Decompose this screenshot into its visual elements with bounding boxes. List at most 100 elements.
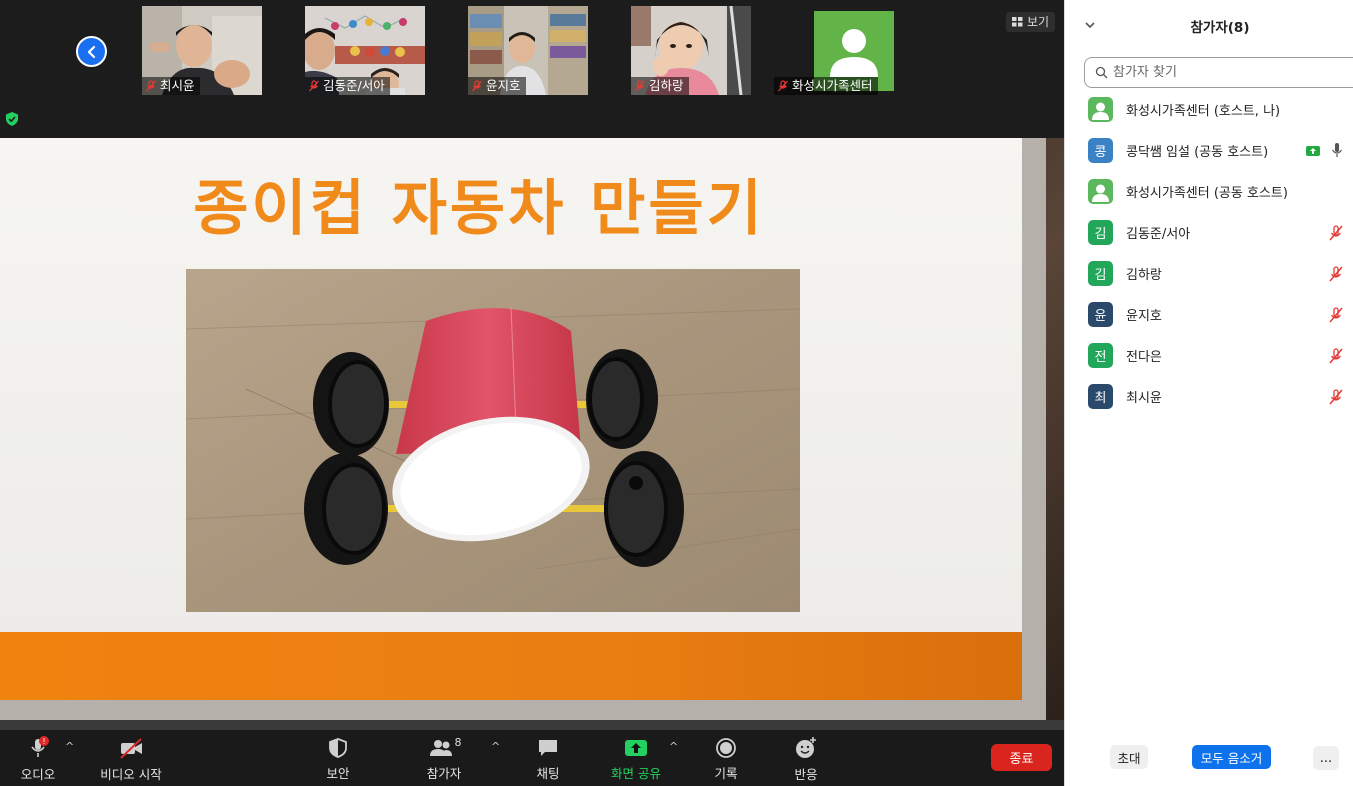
thumbnail-name-tag: 화성시가족센터 — [774, 77, 878, 95]
panel-footer: 초대 모두 음소거 ... — [1065, 740, 1353, 786]
participant-row[interactable]: 윤 윤지호 — [1065, 294, 1353, 335]
shared-screen: 종이컵 자동차 만들기 — [0, 138, 1064, 730]
participant-avatar: 콩 — [1088, 138, 1113, 163]
participant-name: 콩닥쌤 임설 (공동 호스트) — [1126, 145, 1269, 160]
thumbnail-name-tag: 김하랑 — [631, 77, 689, 95]
mic-muted-icon — [309, 80, 319, 92]
start-video-button[interactable]: 비디오 시작 — [96, 736, 166, 782]
reactions-label: 반응 — [794, 767, 818, 782]
mic-muted-icon — [1329, 266, 1343, 282]
audio-options-caret[interactable]: ^ — [65, 740, 74, 753]
participant-avatar: 윤 — [1088, 302, 1113, 327]
view-button-label: 보기 — [1027, 15, 1050, 29]
record-label: 기록 — [714, 766, 738, 781]
participant-avatar: 최 — [1088, 384, 1113, 409]
chat-label: 채팅 — [536, 766, 560, 781]
participant-name: 최시윤 — [1126, 391, 1162, 406]
slide-footer-band — [0, 632, 1022, 700]
encryption-shield-icon[interactable] — [4, 111, 20, 127]
zoom-window: 최시윤 김동준/서아 윤지호 김하랑 화성시가족센터 보기 종이컵 자동차 만들… — [0, 0, 1353, 786]
thumbnail-name-tag: 최시윤 — [142, 77, 200, 95]
participants-button[interactable]: 8 참가자 — [420, 736, 468, 782]
chat-bubble-icon — [539, 739, 557, 756]
video-thumbnail[interactable]: 화성시가족센터 — [774, 6, 934, 95]
thumbnail-name: 김하랑 — [649, 78, 684, 93]
invite-button[interactable]: 초대 — [1110, 745, 1148, 769]
participant-name: 화성시가족센터 (호스트, 나) — [1126, 104, 1281, 119]
participant-avatar — [1088, 97, 1113, 122]
thumbnail-name-tag: 윤지호 — [468, 77, 526, 95]
meeting-area: 최시윤 김동준/서아 윤지호 김하랑 화성시가족센터 보기 종이컵 자동차 만들… — [0, 0, 1064, 786]
mic-muted-icon — [146, 80, 156, 92]
emoji-plus-icon — [796, 737, 816, 758]
thumbnail-name: 최시윤 — [160, 78, 195, 93]
mic-muted-icon — [1329, 389, 1343, 405]
participant-row[interactable]: 화성시가족센터 (공동 호스트) — [1065, 171, 1353, 212]
paper-cup-car-photo — [186, 269, 800, 612]
participant-row[interactable]: 최 최시윤 — [1065, 376, 1353, 417]
video-label: 비디오 시작 — [100, 767, 162, 782]
previous-page-button[interactable] — [76, 36, 107, 67]
video-thumbnail-strip: 최시윤 김동준/서아 윤지호 김하랑 화성시가족센터 보기 — [0, 0, 1064, 138]
panel-title: 참가자(8) — [1190, 20, 1250, 36]
participants-panel: 참가자(8) 화성시가족센터 (호스트, 나) 콩 콩닥쌤 임설 (공동 호스트… — [1064, 0, 1353, 786]
record-button[interactable]: 기록 — [708, 736, 744, 782]
participant-name: 화성시가족센터 (공동 호스트) — [1126, 186, 1288, 201]
mic-muted-icon — [1329, 225, 1343, 241]
video-thumbnail[interactable]: 윤지호 — [468, 6, 588, 95]
presentation-slide: 종이컵 자동차 만들기 — [0, 138, 1022, 700]
mute-all-button[interactable]: 모두 음소거 — [1192, 745, 1271, 769]
screen-share-active-icon — [1306, 146, 1320, 156]
share-screen-label: 화면 공유 — [611, 766, 661, 781]
svg-text:!: ! — [42, 737, 45, 746]
participants-icon — [429, 739, 452, 756]
panel-header: 참가자(8) — [1065, 0, 1353, 50]
user-silhouette-icon — [1092, 102, 1109, 120]
video-thumbnail[interactable]: 김하랑 — [631, 6, 751, 95]
thumbnail-name: 윤지호 — [486, 78, 521, 93]
security-button[interactable]: 보안 — [320, 736, 356, 782]
mic-muted-icon — [778, 80, 788, 92]
participant-row[interactable]: 전 전다은 — [1065, 335, 1353, 376]
end-meeting-button[interactable]: 종료 — [991, 744, 1052, 771]
participant-name: 김동준/서아 — [1126, 227, 1191, 242]
mic-muted-icon — [472, 80, 482, 92]
participant-search-input[interactable] — [1113, 65, 1313, 80]
security-label: 보안 — [326, 766, 350, 781]
security-shield-icon — [329, 737, 347, 758]
participant-row[interactable]: 김 김동준/서아 — [1065, 212, 1353, 253]
share-options-caret[interactable]: ^ — [669, 740, 678, 753]
participant-row[interactable]: 콩 콩닥쌤 임설 (공동 호스트) — [1065, 130, 1353, 171]
share-screen-icon — [625, 739, 647, 756]
share-control-strip — [0, 720, 1064, 730]
audio-label: 오디오 — [20, 767, 56, 782]
chat-button[interactable]: 채팅 — [530, 736, 566, 782]
thumbnail-name: 화성시가족센터 — [792, 78, 873, 93]
video-thumbnail[interactable]: 김동준/서아 — [305, 6, 425, 95]
thumbnail-name-tag: 김동준/서아 — [305, 77, 390, 95]
participants-label: 참가자 — [426, 766, 462, 781]
video-thumbnail[interactable]: 최시윤 — [142, 6, 262, 95]
participant-name: 김하랑 — [1126, 268, 1162, 283]
audio-button[interactable]: ! 오디오 — [16, 736, 60, 782]
record-icon — [716, 737, 736, 758]
reactions-button[interactable]: 반응 — [788, 736, 824, 782]
participant-search[interactable] — [1084, 57, 1353, 88]
video-off-icon — [120, 738, 142, 759]
microphone-icon: ! — [31, 736, 49, 757]
participant-avatar: 전 — [1088, 343, 1113, 368]
participant-name: 전다은 — [1126, 350, 1162, 365]
microphone-icon — [1332, 143, 1342, 157]
more-options-button[interactable]: ... — [1313, 746, 1339, 770]
participant-row[interactable]: 화성시가족센터 (호스트, 나) — [1065, 89, 1353, 130]
participants-options-caret[interactable]: ^ — [491, 740, 500, 753]
slide-title: 종이컵 자동차 만들기 — [193, 174, 765, 244]
view-button[interactable]: 보기 — [1006, 12, 1056, 32]
grid-view-icon — [1012, 17, 1023, 27]
participant-avatar: 김 — [1088, 220, 1113, 245]
thumbnail-name: 김동준/서아 — [323, 78, 385, 93]
mic-muted-icon — [635, 80, 645, 92]
participant-row[interactable]: 김 김하랑 — [1065, 253, 1353, 294]
meeting-toolbar: ! 오디오 ^ 비디오 시작 보안 8 참가자 ^ 채팅 화면 공유 ^ 기록 … — [0, 730, 1064, 786]
share-screen-button[interactable]: 화면 공유 — [608, 736, 664, 782]
